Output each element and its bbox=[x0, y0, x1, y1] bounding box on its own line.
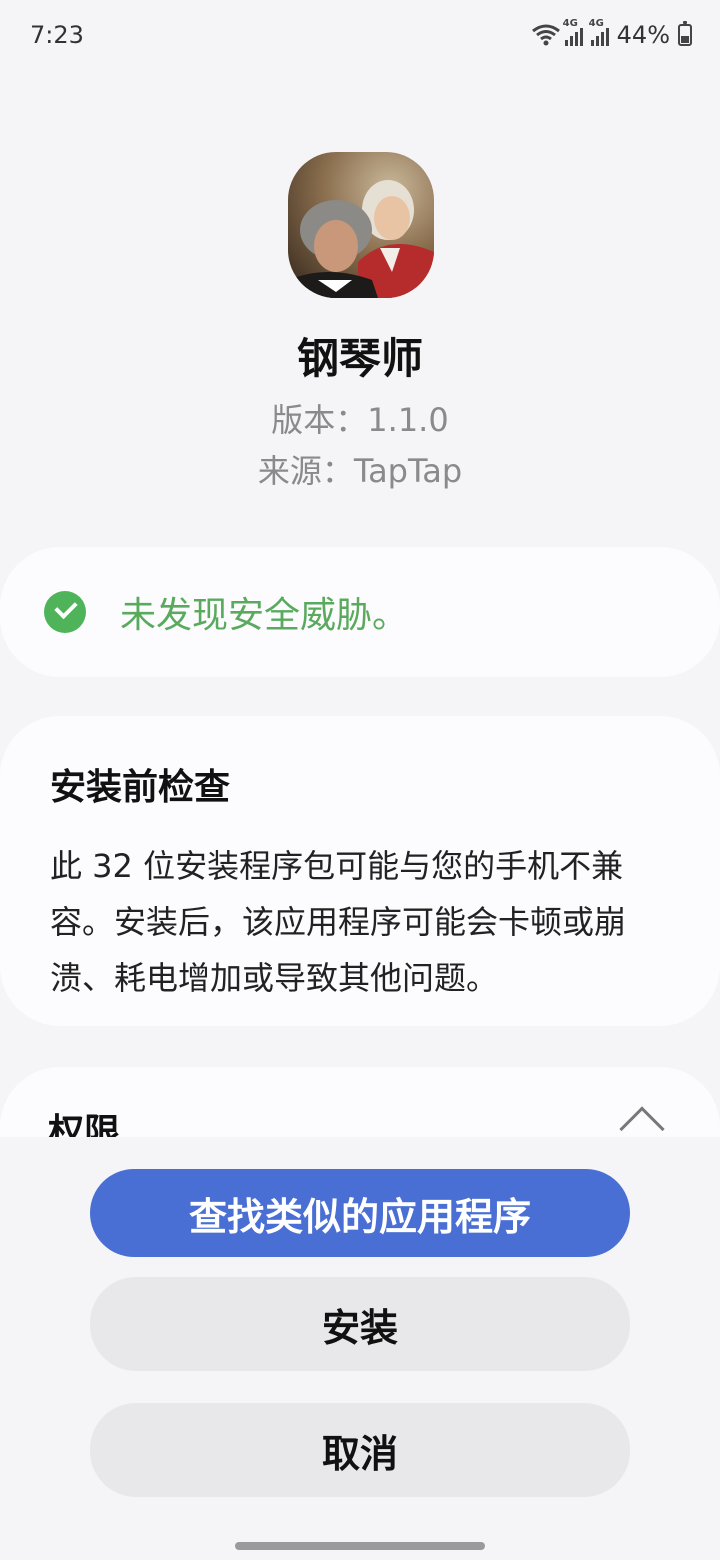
check-circle-icon bbox=[44, 591, 86, 633]
network-type: 4G bbox=[562, 18, 578, 29]
battery-level bbox=[681, 36, 689, 43]
wifi-icon bbox=[531, 24, 560, 46]
composers-portrait-icon bbox=[288, 152, 434, 298]
battery-percent: 44% bbox=[616, 21, 670, 49]
app-source: 来源：TapTap bbox=[257, 452, 463, 490]
precheck-title: 安装前检查 bbox=[50, 767, 231, 808]
precheck-body: 此 32 位安装程序包可能与您的手机不兼容。安装后，该应用程序可能会卡顿或崩溃、… bbox=[50, 847, 627, 997]
cancel-button[interactable]: 取消 bbox=[90, 1403, 630, 1497]
security-status-text: 未发现安全威胁。 bbox=[120, 595, 409, 636]
app-name: 钢琴师 bbox=[296, 334, 423, 383]
find-similar-apps-button[interactable]: 查找类似的应用程序 bbox=[90, 1169, 630, 1257]
app-version: 版本：1.1.0 bbox=[271, 401, 449, 439]
network-type: 4G bbox=[588, 18, 604, 29]
signal-icon: 4G bbox=[563, 18, 583, 46]
signal-icon: 4G bbox=[589, 18, 609, 46]
install-button[interactable]: 安装 bbox=[90, 1277, 630, 1371]
status-icons: 4G 4G 44% bbox=[531, 18, 692, 49]
bottom-action-sheet: 查找类似的应用程序 安装 取消 bbox=[0, 1137, 720, 1560]
status-time: 7:23 bbox=[30, 21, 84, 49]
home-indicator[interactable] bbox=[235, 1542, 485, 1550]
status-bar: 7:23 4G 4G 44% bbox=[0, 0, 720, 70]
precheck-card: 安装前检查 此 32 位安装程序包可能与您的手机不兼容。安装后，该应用程序可能会… bbox=[0, 716, 720, 1026]
battery-icon bbox=[678, 21, 692, 46]
security-status-card: 未发现安全威胁。 bbox=[0, 547, 720, 677]
